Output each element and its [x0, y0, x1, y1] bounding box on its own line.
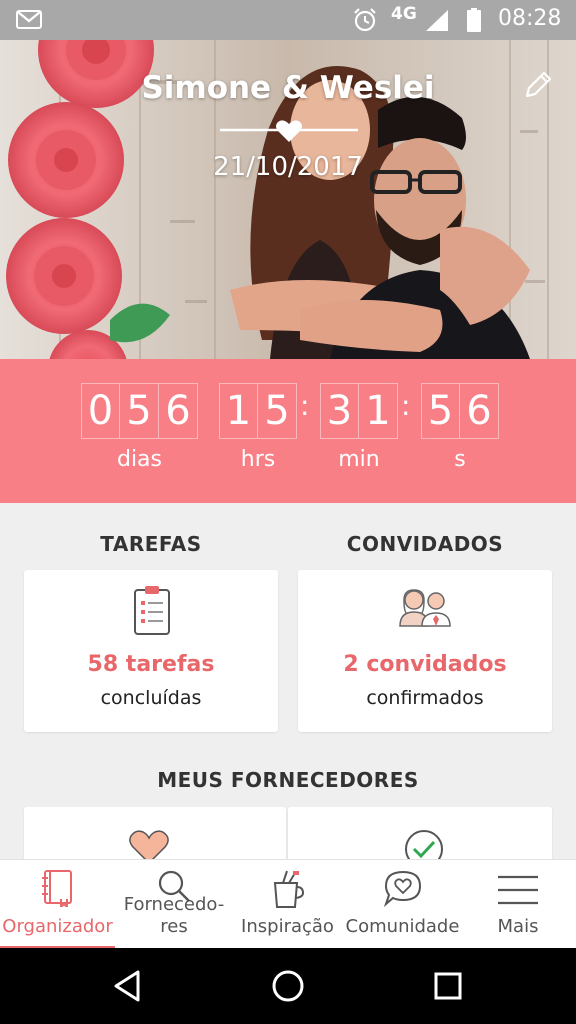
- days-digit: 6: [159, 383, 198, 439]
- days-digit: 5: [120, 383, 159, 439]
- nav-organizador[interactable]: Organizador: [0, 860, 115, 949]
- inspiration-cup-icon: [273, 870, 304, 908]
- nav-fornecedores[interactable]: Fornecedo- res: [118, 860, 230, 949]
- planner-book-icon: [41, 870, 72, 907]
- guests-card[interactable]: 2 convidados confirmados: [298, 570, 552, 732]
- network-type-label: 4G: [391, 4, 417, 24]
- days-label: dias: [116, 447, 163, 472]
- clipboard-checklist-icon: [134, 586, 170, 635]
- alarm-clock-icon: [354, 8, 376, 32]
- nav-mais-label: Mais: [497, 916, 539, 937]
- seconds-digit: 6: [460, 383, 499, 439]
- suppliers-favorites-card[interactable]: [24, 807, 286, 859]
- tasks-status: concluídas: [100, 687, 202, 709]
- wedding-countdown: 0 5 6 1 5 : 3 1 : 5 6 dias hrs min s: [0, 359, 576, 503]
- bottom-navigation: Organizador Fornecedo- res Inspiração Co…: [0, 859, 576, 949]
- recent-apps-icon[interactable]: [430, 968, 466, 1004]
- checkmark-circle-icon: [405, 830, 443, 859]
- hours-label: hrs: [240, 447, 276, 472]
- heart-divider-icon: [220, 120, 358, 142]
- guests-section-title: CONVIDADOS: [346, 532, 504, 556]
- tasks-count: 58 tarefas: [87, 652, 215, 677]
- tasks-section-title: TAREFAS: [100, 532, 202, 556]
- wedding-date: 21/10/2017: [213, 152, 363, 182]
- suppliers-hired-card[interactable]: [288, 807, 552, 859]
- seconds-digits: 5 6: [421, 383, 499, 439]
- time-separator: :: [300, 389, 310, 422]
- heart-icon: [129, 830, 169, 859]
- hours-digit: 1: [219, 383, 258, 439]
- nav-inspiracao[interactable]: Inspiração: [230, 860, 345, 949]
- guests-couple-icon: [399, 589, 451, 627]
- status-bar: 4G 08:28: [0, 0, 576, 40]
- chat-heart-icon: [383, 870, 421, 907]
- system-navigation-bar: [0, 948, 576, 1024]
- couple-hero-photo[interactable]: Simone & Weslei 21/10/2017: [0, 40, 576, 359]
- nav-organizador-label: Organizador: [2, 916, 113, 937]
- minutes-digit: 3: [320, 383, 359, 439]
- cell-signal-icon: [426, 10, 448, 31]
- tasks-card[interactable]: 58 tarefas concluídas: [24, 570, 278, 732]
- gmail-notification-icon: [16, 10, 42, 29]
- seconds-digit: 5: [421, 383, 460, 439]
- hours-digits: 1 5: [219, 383, 297, 439]
- nav-fornecedores-label-line1: Fornecedo-: [123, 894, 225, 915]
- days-digits: 0 5 6: [81, 383, 198, 439]
- nav-comunidade[interactable]: Comunidade: [345, 860, 460, 949]
- guests-status: confirmados: [366, 687, 484, 709]
- minutes-digits: 3 1: [320, 383, 398, 439]
- battery-icon: [467, 8, 481, 32]
- nav-fornecedores-label-line2: res: [160, 916, 188, 937]
- days-digit: 0: [81, 383, 120, 439]
- time-separator: :: [401, 389, 411, 422]
- minutes-label: min: [338, 447, 380, 472]
- pencil-edit-icon[interactable]: [523, 70, 553, 100]
- home-icon[interactable]: [270, 968, 306, 1004]
- hamburger-menu-icon: [498, 875, 538, 905]
- couple-names: Simone & Weslei: [141, 70, 435, 106]
- minutes-digit: 1: [359, 383, 398, 439]
- nav-comunidade-label: Comunidade: [345, 916, 460, 937]
- clock-time: 08:28: [498, 6, 562, 31]
- nav-inspiracao-label: Inspiração: [241, 916, 334, 937]
- seconds-label: s: [454, 447, 466, 472]
- suppliers-section-title: MEUS FORNECEDORES: [157, 768, 419, 792]
- back-icon[interactable]: [110, 968, 146, 1004]
- guests-count: 2 convidados: [343, 652, 507, 677]
- organizer-dashboard: TAREFAS CONVIDADOS 58 tarefas concluídas…: [0, 503, 576, 859]
- hours-digit: 5: [258, 383, 297, 439]
- nav-mais[interactable]: Mais: [460, 860, 576, 949]
